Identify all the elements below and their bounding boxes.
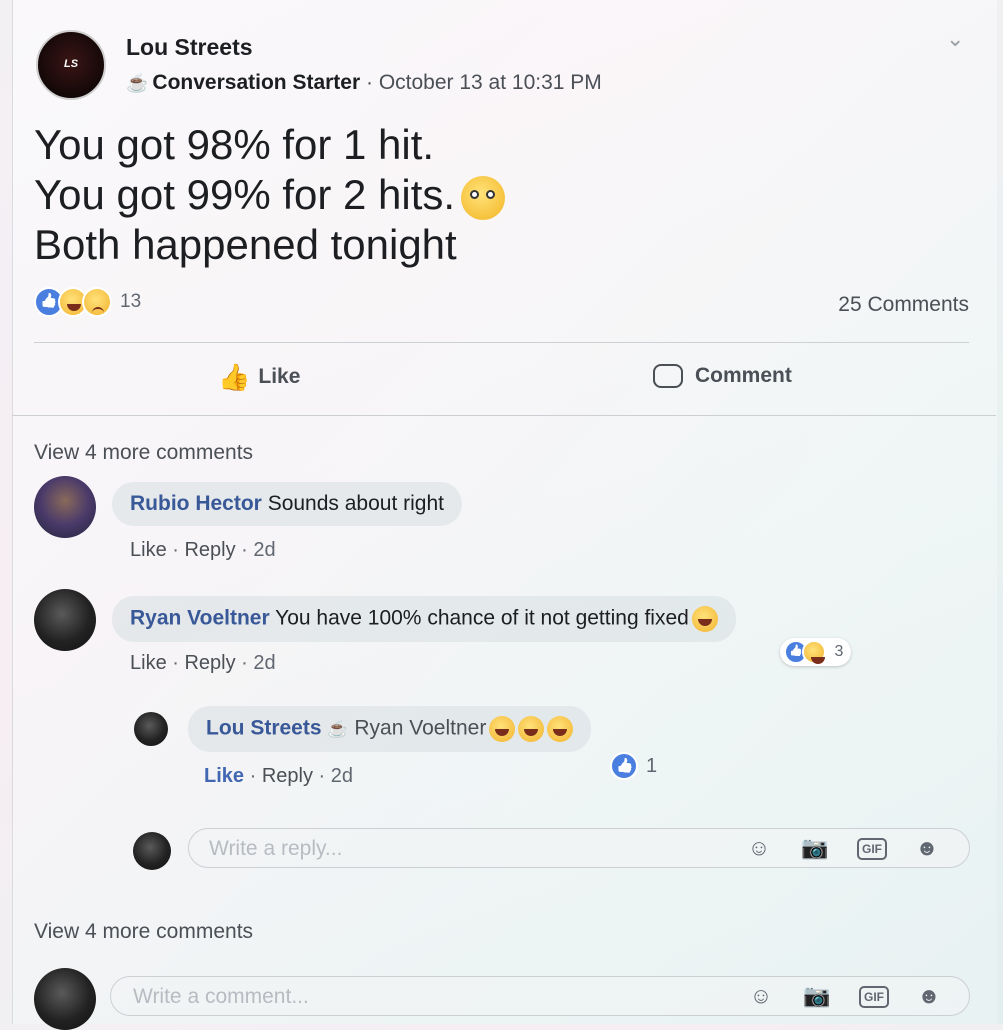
commenter-name[interactable]: Ryan Voeltner	[130, 607, 270, 630]
comment-button[interactable]: Comment	[653, 364, 792, 389]
divider	[34, 342, 969, 343]
post-line: You got 98% for 1 hit.	[34, 121, 435, 168]
replier-avatar[interactable]	[134, 712, 168, 746]
reply-reply-link[interactable]: Reply	[262, 765, 313, 787]
comments-count-link[interactable]: 25 Comments	[838, 293, 969, 317]
author-avatar[interactable]: LS	[36, 30, 106, 100]
current-user-avatar	[133, 832, 171, 870]
sticker-icon[interactable]: ☻	[915, 982, 943, 1010]
emoji-icon[interactable]: ☺	[747, 982, 775, 1010]
comment-bubble: Ryan Voeltner You have 100% chance of it…	[112, 596, 736, 642]
author-name[interactable]: Lou Streets	[126, 34, 253, 61]
badge-label: Conversation Starter	[152, 71, 361, 94]
comment-text: Sounds about right	[267, 492, 444, 515]
reaction-count: 3	[834, 643, 844, 661]
view-more-comments-link[interactable]: View 4 more comments	[34, 441, 253, 465]
like-button[interactable]: 👍 Like	[218, 362, 300, 393]
chevron-down-icon[interactable]: ⌄	[946, 26, 964, 52]
gif-icon[interactable]: GIF	[859, 986, 889, 1008]
sad-reaction-icon	[82, 287, 112, 317]
laughing-emoji-icon	[691, 606, 718, 632]
reply-placeholder: Write a reply...	[209, 837, 343, 860]
divider	[12, 415, 996, 416]
comment-bubble: Rubio Hector Sounds about right	[112, 482, 462, 526]
reply-like-link[interactable]: Like	[204, 765, 244, 787]
commenter-name[interactable]: Rubio Hector	[130, 492, 262, 515]
post-body: You got 98% for 1 hit. You got 99% for 2…	[34, 120, 506, 270]
comment-reactions[interactable]: 3	[780, 638, 852, 666]
commenter-avatar[interactable]	[34, 476, 96, 538]
comment-actions: Like · Reply · 2d	[130, 539, 276, 561]
sticker-icon[interactable]: ☻	[913, 834, 941, 862]
gif-icon[interactable]: GIF	[857, 838, 887, 860]
current-user-avatar	[34, 968, 96, 1030]
post-line-with-emoji: You got 99% for 2 hits.	[34, 170, 506, 220]
like-reaction-icon	[610, 752, 638, 780]
reply-time[interactable]: 2d	[331, 765, 353, 787]
coffee-cup-icon: ☕	[327, 719, 349, 739]
replier-name[interactable]: Lou Streets	[206, 717, 322, 740]
comment-reply-link[interactable]: Reply	[184, 652, 235, 674]
post-meta: ☕ Conversation Starter · October 13 at 10…	[126, 71, 602, 94]
reactions-summary[interactable]: 13	[34, 287, 141, 317]
post-line: Both happened tonight	[34, 221, 457, 268]
comment-time[interactable]: 2d	[253, 652, 275, 674]
comment-like-link[interactable]: Like	[130, 652, 167, 674]
laughing-emoji-icon	[489, 716, 516, 742]
view-more-comments-link[interactable]: View 4 more comments	[34, 920, 253, 944]
reply-bubble: Lou Streets ☕ Ryan Voeltner	[188, 706, 592, 752]
post-line: You got 99% for 2 hits.	[34, 171, 456, 218]
reply-input[interactable]: Write a reply... ☺ 📷 GIF ☻	[188, 828, 970, 868]
camera-icon[interactable]: 📷	[803, 982, 831, 1010]
haha-reaction-icon	[802, 640, 826, 664]
comment-like-link[interactable]: Like	[130, 539, 167, 561]
comment-time[interactable]: 2d	[253, 539, 275, 561]
reaction-count: 13	[120, 291, 142, 312]
comment-actions: Like · Reply · 2d	[130, 652, 276, 674]
reaction-count: 1	[646, 754, 658, 777]
comment-input[interactable]: Write a comment... ☺ 📷 GIF ☻	[110, 976, 970, 1016]
commenter-avatar[interactable]	[34, 589, 96, 651]
laughing-emoji-icon	[547, 716, 574, 742]
comment-text: You have 100% chance of it not getting f…	[275, 606, 689, 630]
speech-bubble-icon	[653, 364, 683, 389]
mention-link[interactable]: Ryan Voeltner	[354, 717, 486, 740]
comment-placeholder: Write a comment...	[133, 985, 309, 1008]
laughing-emoji-icon	[518, 716, 545, 742]
emoji-icon[interactable]: ☺	[745, 834, 773, 862]
comment-reply-link[interactable]: Reply	[184, 539, 235, 561]
reply-actions: Like · Reply · 2d	[204, 765, 353, 787]
rolling-eyes-emoji-icon	[461, 175, 506, 220]
reply-reactions[interactable]: 1	[610, 752, 657, 780]
coffee-cup-icon: ☕	[126, 73, 149, 93]
timestamp[interactable]: October 13 at 10:31 PM	[379, 71, 602, 94]
camera-icon[interactable]: 📷	[801, 834, 829, 862]
thumbs-up-icon: 👍	[218, 362, 251, 392]
